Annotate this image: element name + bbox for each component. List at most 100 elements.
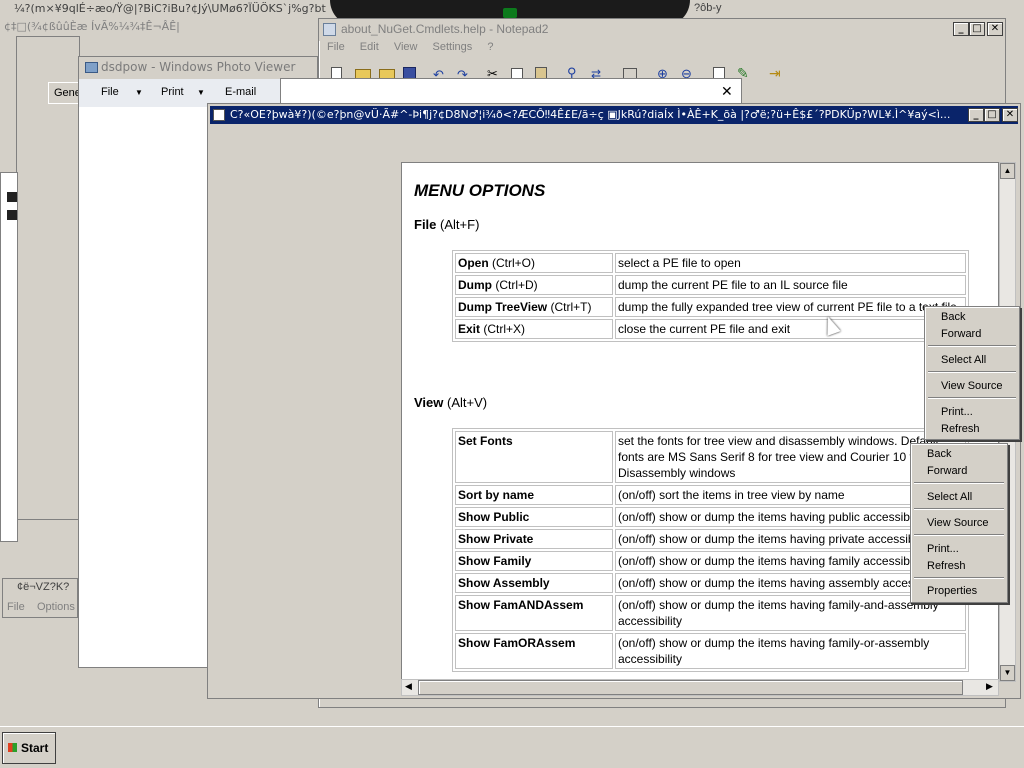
- ctx1-forward[interactable]: Forward: [941, 328, 981, 340]
- start-label: Start: [21, 741, 49, 755]
- help-close-button[interactable]: ✕: [1002, 108, 1018, 122]
- scroll-left-icon[interactable]: ◀: [405, 681, 412, 692]
- table-row: Open (Ctrl+O) select a PE file to open: [455, 253, 966, 273]
- ctx1-separator: [928, 371, 1016, 373]
- option-keys: (Ctrl+D): [495, 278, 538, 292]
- ctx2-view-source[interactable]: View Source: [927, 517, 989, 529]
- left-icon-1: [7, 192, 17, 202]
- ctx1-print[interactable]: Print...: [941, 406, 973, 418]
- table-row: Show FamANDAssem (on/off) show or dump t…: [455, 595, 966, 631]
- ctx2-separator: [914, 577, 1004, 579]
- background-window-small-menus: File Options: [7, 601, 75, 613]
- background-window-small-title: ¢ë¬VZ?K?: [17, 581, 70, 593]
- photo-viewer-title: dsdpow - Windows Photo Viewer: [79, 57, 317, 79]
- ctx2-properties[interactable]: Properties: [927, 585, 977, 597]
- context-menu-1: Back Forward Select All View Source Prin…: [924, 306, 1020, 440]
- exit-icon[interactable]: ⇥: [769, 65, 781, 82]
- notepad-app-icon: [323, 23, 336, 36]
- ctx2-back[interactable]: Back: [927, 448, 951, 460]
- table-row: Sort by name (on/off) sort the items in …: [455, 485, 966, 505]
- file-section-heading: File (Alt+F): [414, 217, 479, 232]
- background-window-title-2: ¢‡□(¾¢ßûûÈæ ÍvÃ%¼¾‡Ê¬ÂÊ|: [4, 20, 180, 33]
- ctx2-print[interactable]: Print...: [927, 543, 959, 555]
- table-row: Show Public (on/off) show or dump the it…: [455, 507, 966, 527]
- ctx1-separator: [928, 397, 1016, 399]
- background-tab[interactable]: Gene: [48, 82, 81, 104]
- option-name: Dump: [458, 278, 492, 292]
- option-name: Show Assembly: [458, 576, 550, 590]
- notepad-maximize-button[interactable]: □: [969, 22, 985, 36]
- start-button[interactable]: Start: [2, 732, 56, 764]
- ctx1-select-all[interactable]: Select All: [941, 354, 986, 366]
- table-row: Show Assembly (on/off) show or dump the …: [455, 573, 966, 593]
- context-menu-2: Back Forward Select All View Source Prin…: [910, 443, 1008, 603]
- option-keys: (Ctrl+T): [550, 300, 592, 314]
- notepad-menu-edit[interactable]: Edit: [354, 41, 385, 53]
- horizontal-scroll-thumb[interactable]: [418, 680, 963, 695]
- help-window-title: C?«OE?þwà¥?)(©e?þn@vÜ·Ã#^-Þi¶j?¢D8N♂¦i¾ð…: [210, 106, 1018, 124]
- file-section-shortcut: (Alt+F): [440, 217, 480, 232]
- horizontal-scrollbar[interactable]: ◀ ▶: [401, 679, 999, 696]
- help-content: MENU OPTIONS File (Alt+F) Open (Ctrl+O) …: [401, 162, 999, 682]
- view-section-name: View: [414, 395, 444, 410]
- help-minimize-button[interactable]: _: [968, 108, 984, 122]
- status-led-icon: [503, 8, 517, 18]
- scroll-right-icon[interactable]: ▶: [986, 681, 993, 692]
- table-row: Dump TreeView (Ctrl+T) dump the fully ex…: [455, 297, 966, 317]
- ctx1-separator: [928, 345, 1016, 347]
- taskbar: Start: [0, 726, 1024, 768]
- ctx2-refresh[interactable]: Refresh: [927, 560, 966, 572]
- notepad-close-button[interactable]: ✕: [987, 22, 1003, 36]
- table-row: Exit (Ctrl+X) close the current PE file …: [455, 319, 966, 339]
- option-name: Exit: [458, 322, 481, 336]
- ctx1-back[interactable]: Back: [941, 311, 965, 323]
- option-description: dump the fully expanded tree view of cur…: [615, 297, 966, 317]
- scroll-up-icon[interactable]: ▲: [1000, 163, 1015, 179]
- option-name: Set Fonts: [458, 434, 513, 448]
- option-description: close the current PE file and exit: [615, 319, 966, 339]
- windows-logo-icon: [8, 743, 17, 752]
- ctx2-forward[interactable]: Forward: [927, 465, 967, 477]
- table-row: Show Family (on/off) show or dump the it…: [455, 551, 966, 571]
- notepad-menubar: File Edit View Settings ?: [321, 41, 499, 59]
- ctx2-separator: [914, 482, 1004, 484]
- background-menu-options[interactable]: Options: [37, 601, 75, 613]
- background-window-title-right: ?ôb-y: [694, 2, 722, 14]
- option-keys: (Ctrl+X): [483, 322, 526, 336]
- view-section-heading: View (Alt+V): [414, 395, 487, 410]
- background-window-small: ¢ë¬VZ?K? File Options: [2, 578, 78, 618]
- option-description: (on/off) show or dump the items having f…: [615, 633, 966, 669]
- overlay-dialog: ✕: [280, 78, 742, 104]
- background-menu-file[interactable]: File: [7, 601, 25, 613]
- notepad-menu-settings[interactable]: Settings: [427, 41, 479, 53]
- option-name: Open: [458, 256, 489, 270]
- option-name: Show Public: [458, 510, 530, 524]
- file-options-table: Open (Ctrl+O) select a PE file to open D…: [452, 250, 969, 342]
- notepad-menu-view[interactable]: View: [388, 41, 424, 53]
- notepad-menu-file[interactable]: File: [321, 41, 351, 53]
- ctx1-refresh[interactable]: Refresh: [941, 423, 980, 435]
- option-name: Sort by name: [458, 488, 535, 502]
- notepad-minimize-button[interactable]: _: [953, 22, 969, 36]
- photo-menu-print-arrow-icon: ▼: [197, 88, 205, 97]
- option-keys: (Ctrl+O): [492, 256, 536, 270]
- option-name: Show Private: [458, 532, 534, 546]
- table-row: Show FamORAssem (on/off) show or dump th…: [455, 633, 966, 669]
- notepad-title: about_NuGet.Cmdlets.help - Notepad2: [319, 19, 1005, 41]
- notepad-menu-help[interactable]: ?: [481, 41, 499, 53]
- ctx2-separator: [914, 508, 1004, 510]
- view-section-shortcut: (Alt+V): [447, 395, 488, 410]
- ctx1-view-source[interactable]: View Source: [941, 380, 1003, 392]
- photo-menu-email[interactable]: E-mail: [225, 86, 256, 98]
- photo-menu-print[interactable]: Print: [161, 86, 184, 98]
- photo-menu-file[interactable]: File: [101, 86, 119, 98]
- help-maximize-button[interactable]: □: [984, 108, 1000, 122]
- help-window-app-icon: [213, 109, 225, 121]
- dialog-close-button[interactable]: ✕: [721, 83, 733, 100]
- table-row: Show Private (on/off) show or dump the i…: [455, 529, 966, 549]
- page-title: MENU OPTIONS: [414, 181, 546, 200]
- scroll-down-icon[interactable]: ▼: [1000, 665, 1015, 681]
- table-row: Set Fonts set the fonts for tree view an…: [455, 431, 966, 483]
- ctx2-select-all[interactable]: Select All: [927, 491, 972, 503]
- file-section-name: File: [414, 217, 437, 232]
